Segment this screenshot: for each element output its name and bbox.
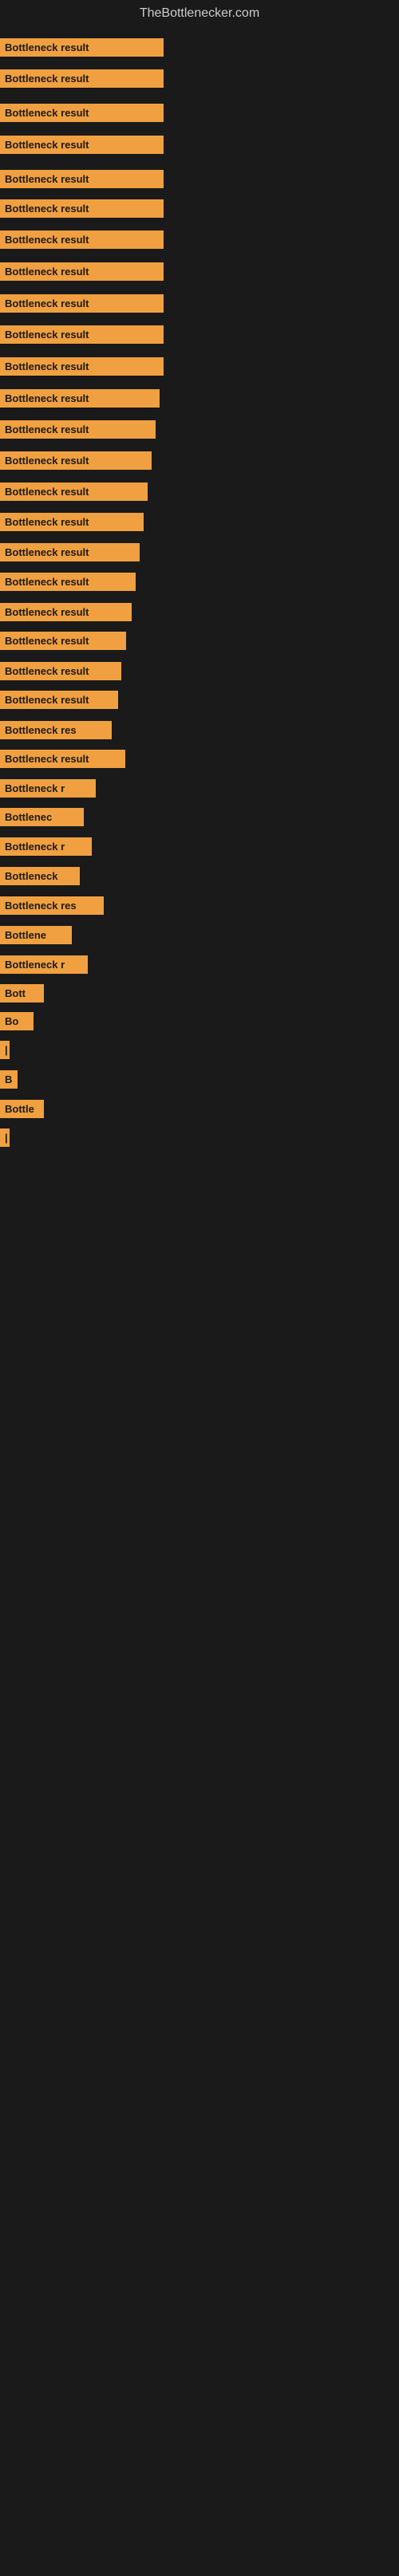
list-item: Bottleneck result (0, 750, 125, 768)
list-item: Bottleneck result (0, 603, 132, 621)
list-item: Bo (0, 1012, 34, 1030)
list-item: Bottleneck result (0, 38, 164, 57)
bar-label: Bottleneck r (0, 779, 96, 798)
bar-label: Bottleneck r (0, 955, 88, 974)
bar-label: Bottleneck result (0, 513, 144, 531)
list-item: Bottleneck result (0, 662, 121, 680)
bar-label: Bottleneck result (0, 420, 156, 439)
bar-label: B (0, 1070, 18, 1089)
bar-label: Bottleneck result (0, 543, 140, 561)
bar-label: | (0, 1128, 10, 1147)
list-item: Bottleneck res (0, 721, 112, 739)
list-item: Bottleneck result (0, 136, 164, 154)
bar-label: Bottleneck result (0, 199, 164, 218)
list-item: Bottleneck res (0, 896, 104, 915)
site-title: TheBottlenecker.com (0, 0, 399, 24)
list-item: B (0, 1070, 18, 1089)
list-item: Bottleneck result (0, 294, 164, 313)
list-item: Bottleneck result (0, 170, 164, 188)
list-item: Bottleneck result (0, 573, 136, 591)
list-item: Bott (0, 984, 44, 1002)
bar-label: Bottlenec (0, 808, 84, 826)
bar-label: Bottleneck res (0, 896, 104, 915)
list-item: Bottlene (0, 926, 72, 944)
list-item: Bottleneck result (0, 104, 164, 122)
bar-label: Bottleneck result (0, 632, 126, 650)
bar-label: Bottleneck result (0, 662, 121, 680)
list-item: Bottleneck result (0, 262, 164, 281)
bar-label: Bottleneck result (0, 389, 160, 408)
list-item: | (0, 1041, 10, 1059)
bar-label: Bottleneck result (0, 136, 164, 154)
list-item: Bottleneck r (0, 837, 92, 856)
bar-label: | (0, 1041, 10, 1059)
list-item: Bottleneck (0, 867, 80, 885)
list-item: Bottleneck result (0, 420, 156, 439)
bar-label: Bottleneck r (0, 837, 92, 856)
list-item: | (0, 1128, 10, 1147)
list-item: Bottleneck r (0, 779, 96, 798)
bar-label: Bott (0, 984, 44, 1002)
bar-label: Bottleneck result (0, 294, 164, 313)
bar-label: Bottleneck result (0, 451, 152, 470)
list-item: Bottleneck result (0, 451, 152, 470)
list-item: Bottle (0, 1100, 44, 1118)
list-item: Bottleneck result (0, 513, 144, 531)
list-item: Bottleneck r (0, 955, 88, 974)
bar-label: Bottleneck result (0, 750, 125, 768)
list-item: Bottleneck result (0, 389, 160, 408)
bar-label: Bo (0, 1012, 34, 1030)
bar-label: Bottleneck result (0, 573, 136, 591)
bar-label: Bottleneck (0, 867, 80, 885)
list-item: Bottleneck result (0, 691, 118, 709)
bar-label: Bottleneck result (0, 230, 164, 249)
bar-label: Bottleneck result (0, 357, 164, 376)
list-item: Bottleneck result (0, 230, 164, 249)
bar-label: Bottleneck result (0, 170, 164, 188)
list-item: Bottleneck result (0, 543, 140, 561)
bar-label: Bottleneck result (0, 691, 118, 709)
list-item: Bottleneck result (0, 325, 164, 344)
bar-label: Bottleneck result (0, 325, 164, 344)
bar-label: Bottle (0, 1100, 44, 1118)
list-item: Bottleneck result (0, 69, 164, 88)
bar-label: Bottleneck result (0, 603, 132, 621)
list-item: Bottleneck result (0, 199, 164, 218)
bar-label: Bottleneck result (0, 38, 164, 57)
bar-label: Bottleneck result (0, 483, 148, 501)
bar-label: Bottlene (0, 926, 72, 944)
bar-label: Bottleneck result (0, 262, 164, 281)
list-item: Bottleneck result (0, 483, 148, 501)
bars-container: Bottleneck result Bottleneck result Bottle… (0, 24, 399, 2576)
list-item: Bottlenec (0, 808, 84, 826)
bar-label: Bottleneck res (0, 721, 112, 739)
list-item: Bottleneck result (0, 357, 164, 376)
bar-label: Bottleneck result (0, 104, 164, 122)
bar-label: Bottleneck result (0, 69, 164, 88)
list-item: Bottleneck result (0, 632, 126, 650)
